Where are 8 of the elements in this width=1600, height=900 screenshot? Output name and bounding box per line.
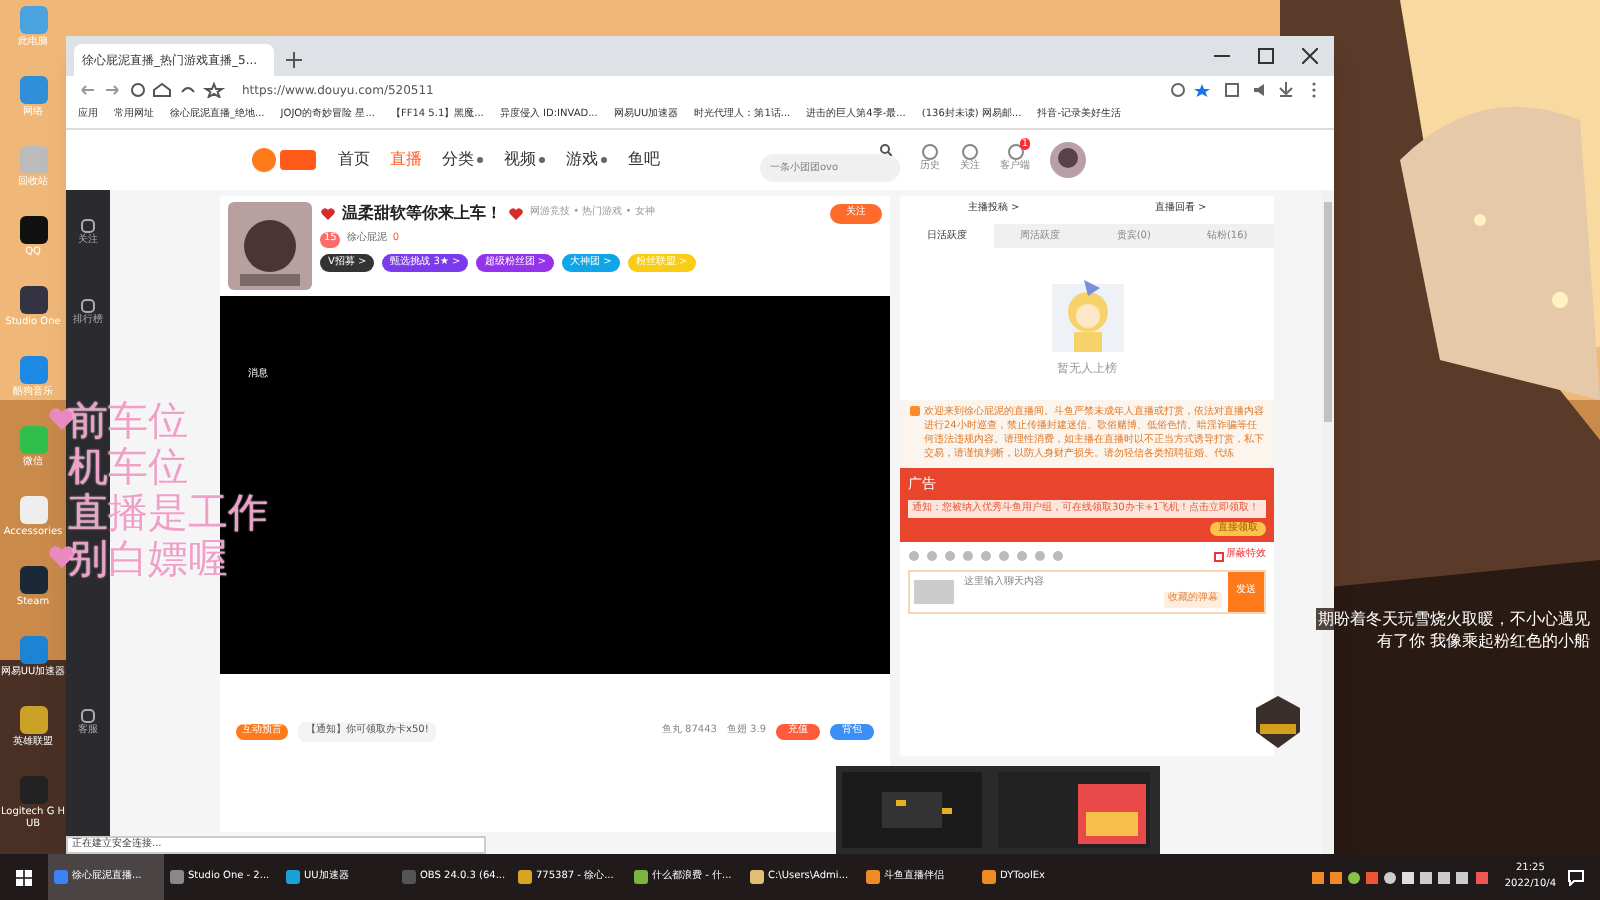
subtitle-text: 期盼着冬天玩雪烧火取暖，不小心遇见 [1316, 608, 1592, 630]
subtitle-text: 有了你 我像乘起粉红色的小船 [1374, 630, 1592, 652]
nav-link[interactable]: 分类 [442, 148, 484, 172]
nav-link[interactable]: 首页 [338, 148, 370, 172]
nav-link[interactable]: 鱼吧 [628, 148, 660, 172]
nav-link[interactable]: 游戏 [566, 148, 608, 172]
stream-title: 温柔甜软等你来上车！ [342, 202, 502, 226]
nav-link[interactable]: 视频 [504, 148, 546, 172]
